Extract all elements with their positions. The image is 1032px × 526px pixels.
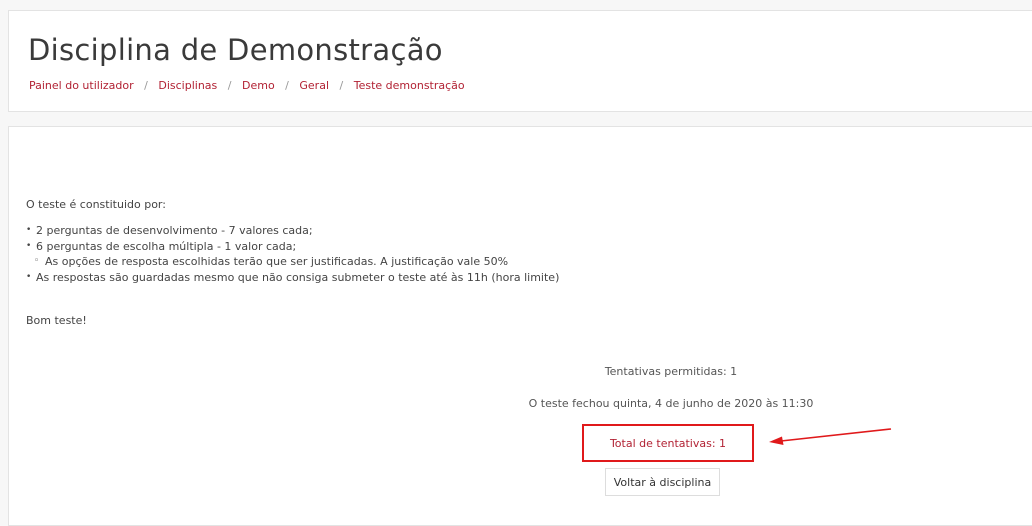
breadcrumb-separator: / [144, 79, 148, 92]
page-header: Disciplina de Demonstração Painel do uti… [8, 10, 1032, 112]
quiz-intro: O teste é constituido por: [26, 198, 166, 211]
quiz-closing-text: Bom teste! [26, 314, 87, 327]
breadcrumb-courses[interactable]: Disciplinas [158, 79, 217, 92]
attempts-allowed: Tentativas permitidas: 1 [604, 365, 738, 378]
page-title: Disciplina de Demonstração [28, 33, 443, 67]
breadcrumb-quiz[interactable]: Teste demonstração [354, 79, 465, 92]
breadcrumb-separator: / [227, 79, 232, 92]
breadcrumb-general[interactable]: Geral [299, 79, 329, 92]
breadcrumb-separator: / [285, 79, 289, 92]
list-subitem: As opções de resposta escolhidas terão q… [26, 254, 559, 270]
breadcrumb: Painel do utilizador / Disciplinas / Dem… [29, 79, 465, 92]
total-attempts-highlight: Total de tentativas: 1 [582, 424, 754, 462]
quiz-content: O teste é constituido por: 2 perguntas d… [8, 126, 1032, 526]
list-item: 2 perguntas de desenvolvimento - 7 valor… [26, 223, 559, 239]
total-attempts: Total de tentativas: 1 [609, 436, 727, 450]
breadcrumb-dashboard[interactable]: Painel do utilizador [29, 79, 134, 92]
list-item: As respostas são guardadas mesmo que não… [26, 270, 559, 286]
red-arrow-annotation [769, 428, 892, 445]
back-to-course-button[interactable]: Voltar à disciplina [605, 468, 720, 496]
list-item: 6 perguntas de escolha múltipla - 1 valo… [26, 239, 559, 255]
breadcrumb-separator: / [339, 79, 344, 92]
quiz-closed-info: O teste fechou quinta, 4 de junho de 202… [528, 397, 814, 410]
breadcrumb-demo[interactable]: Demo [242, 79, 275, 92]
quiz-rules-list: 2 perguntas de desenvolvimento - 7 valor… [26, 223, 559, 285]
